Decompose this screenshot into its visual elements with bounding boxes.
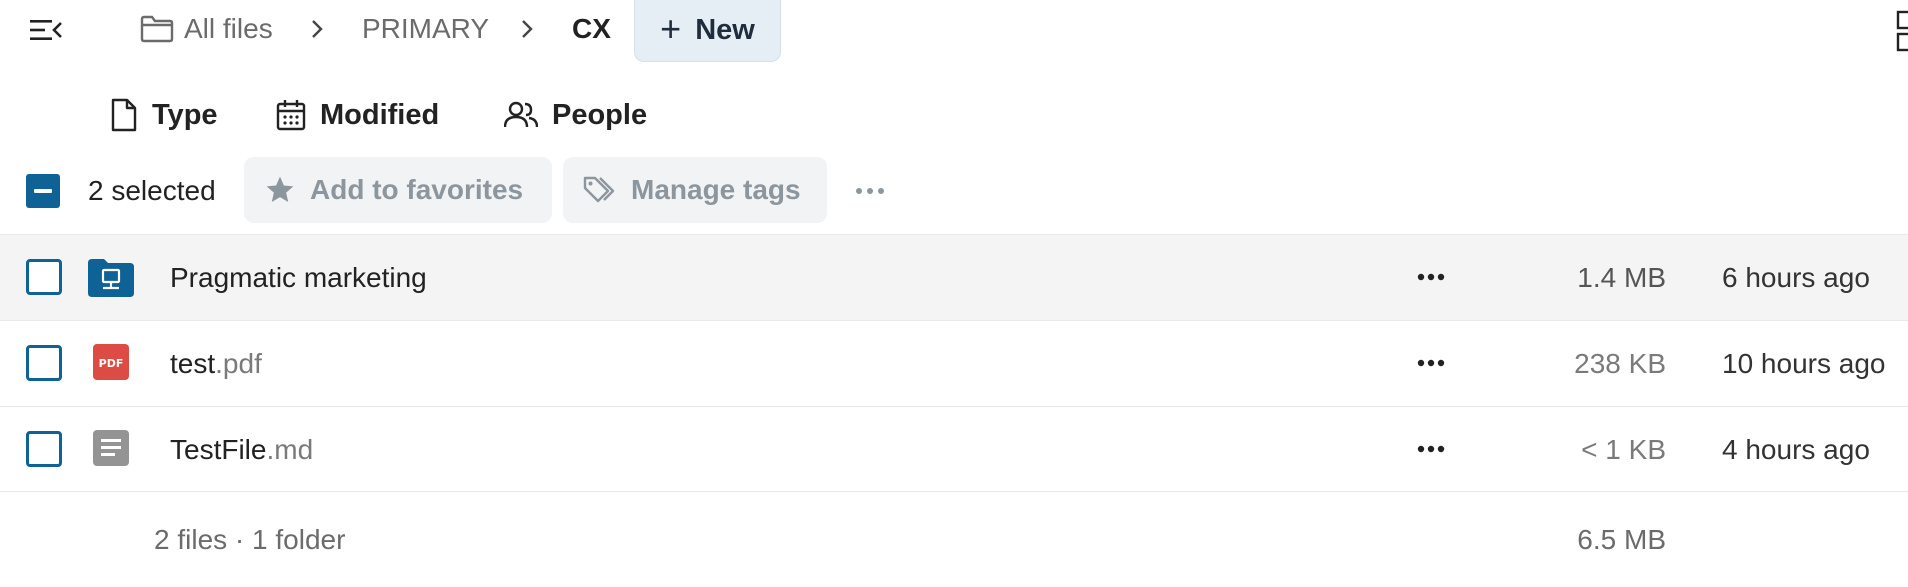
file-icon xyxy=(111,98,137,132)
file-row[interactable]: Pragmatic marketing 1.4 MB 6 hours ago xyxy=(0,234,1908,320)
filter-people[interactable]: People xyxy=(504,94,647,136)
more-actions-button[interactable] xyxy=(848,174,892,208)
chevron-right-icon xyxy=(517,16,537,42)
total-size: 6.5 MB xyxy=(1577,524,1666,555)
select-all-checkbox[interactable] xyxy=(26,174,60,208)
breadcrumb-all-files[interactable]: All files xyxy=(140,0,273,58)
breadcrumb-label: All files xyxy=(184,13,273,44)
filter-type[interactable]: Type xyxy=(110,94,218,136)
plus-icon: + xyxy=(660,7,682,49)
files-app: All files PRIMARY CX + New Type Modified… xyxy=(0,0,1908,587)
manage-tags-button[interactable]: Manage tags xyxy=(563,157,827,223)
file-row[interactable]: PDF test.pdf 238 KB 10 hours ago xyxy=(0,320,1908,406)
file-basename: Pragmatic marketing xyxy=(170,262,427,293)
file-extension: .md xyxy=(266,434,314,465)
row-checkbox[interactable] xyxy=(26,345,62,381)
file-modified: 10 hours ago xyxy=(1722,348,1886,379)
breadcrumb-primary[interactable]: PRIMARY xyxy=(362,0,489,58)
file-modified: 6 hours ago xyxy=(1722,262,1870,293)
chevron-right-icon xyxy=(307,16,327,42)
file-extension: .pdf xyxy=(215,348,262,379)
file-modified: 4 hours ago xyxy=(1722,434,1870,465)
text-document-icon xyxy=(92,429,130,472)
file-name[interactable]: TestFile.md xyxy=(170,432,313,468)
more-horizontal-icon xyxy=(1417,445,1445,453)
files-summary: 2 files · 1 folder xyxy=(154,524,346,555)
people-icon xyxy=(504,101,538,128)
indeterminate-icon xyxy=(34,189,52,193)
menu-collapse-icon xyxy=(30,20,62,40)
calendar-icon xyxy=(276,100,306,131)
row-checkbox[interactable] xyxy=(26,259,62,295)
tag-icon xyxy=(583,176,615,203)
file-name[interactable]: Pragmatic marketing xyxy=(170,260,427,296)
filter-label: Type xyxy=(152,98,218,131)
row-actions-button[interactable] xyxy=(1410,433,1452,465)
file-name[interactable]: test.pdf xyxy=(170,346,262,382)
more-horizontal-icon xyxy=(856,188,884,194)
file-size: < 1 KB xyxy=(1581,434,1666,465)
file-basename: test xyxy=(170,348,216,379)
file-size: 238 KB xyxy=(1574,348,1666,379)
grid-icon xyxy=(1896,10,1908,52)
file-size: 1.4 MB xyxy=(1577,262,1666,293)
folder-icon xyxy=(140,15,174,43)
row-actions-button[interactable] xyxy=(1410,261,1452,293)
new-button-label: New xyxy=(695,14,755,46)
pdf-icon: PDF xyxy=(92,343,130,386)
star-icon xyxy=(266,176,294,202)
row-actions-button[interactable] xyxy=(1410,347,1452,379)
action-label: Add to favorites xyxy=(310,174,524,205)
row-checkbox[interactable] xyxy=(26,431,62,467)
add-to-favorites-button[interactable]: Add to favorites xyxy=(244,157,552,223)
breadcrumb-label: CX xyxy=(572,13,611,44)
toggle-navigation-button[interactable] xyxy=(26,12,66,48)
filter-modified[interactable]: Modified xyxy=(276,94,439,136)
more-horizontal-icon xyxy=(1417,359,1445,367)
shared-folder-icon xyxy=(86,257,136,304)
filter-label: Modified xyxy=(320,98,440,131)
filter-label: People xyxy=(552,98,648,131)
file-basename: TestFile xyxy=(170,434,267,465)
breadcrumb-label: PRIMARY xyxy=(362,13,490,44)
breadcrumb-cx[interactable]: CX xyxy=(572,0,611,58)
selection-count: 2 selected xyxy=(88,175,216,206)
action-label: Manage tags xyxy=(631,174,801,205)
grid-view-toggle[interactable] xyxy=(1896,10,1908,52)
more-horizontal-icon xyxy=(1417,273,1445,281)
pdf-badge-label: PDF xyxy=(99,357,124,370)
file-row[interactable]: TestFile.md < 1 KB 4 hours ago xyxy=(0,406,1908,492)
new-button[interactable]: + New xyxy=(634,0,781,62)
